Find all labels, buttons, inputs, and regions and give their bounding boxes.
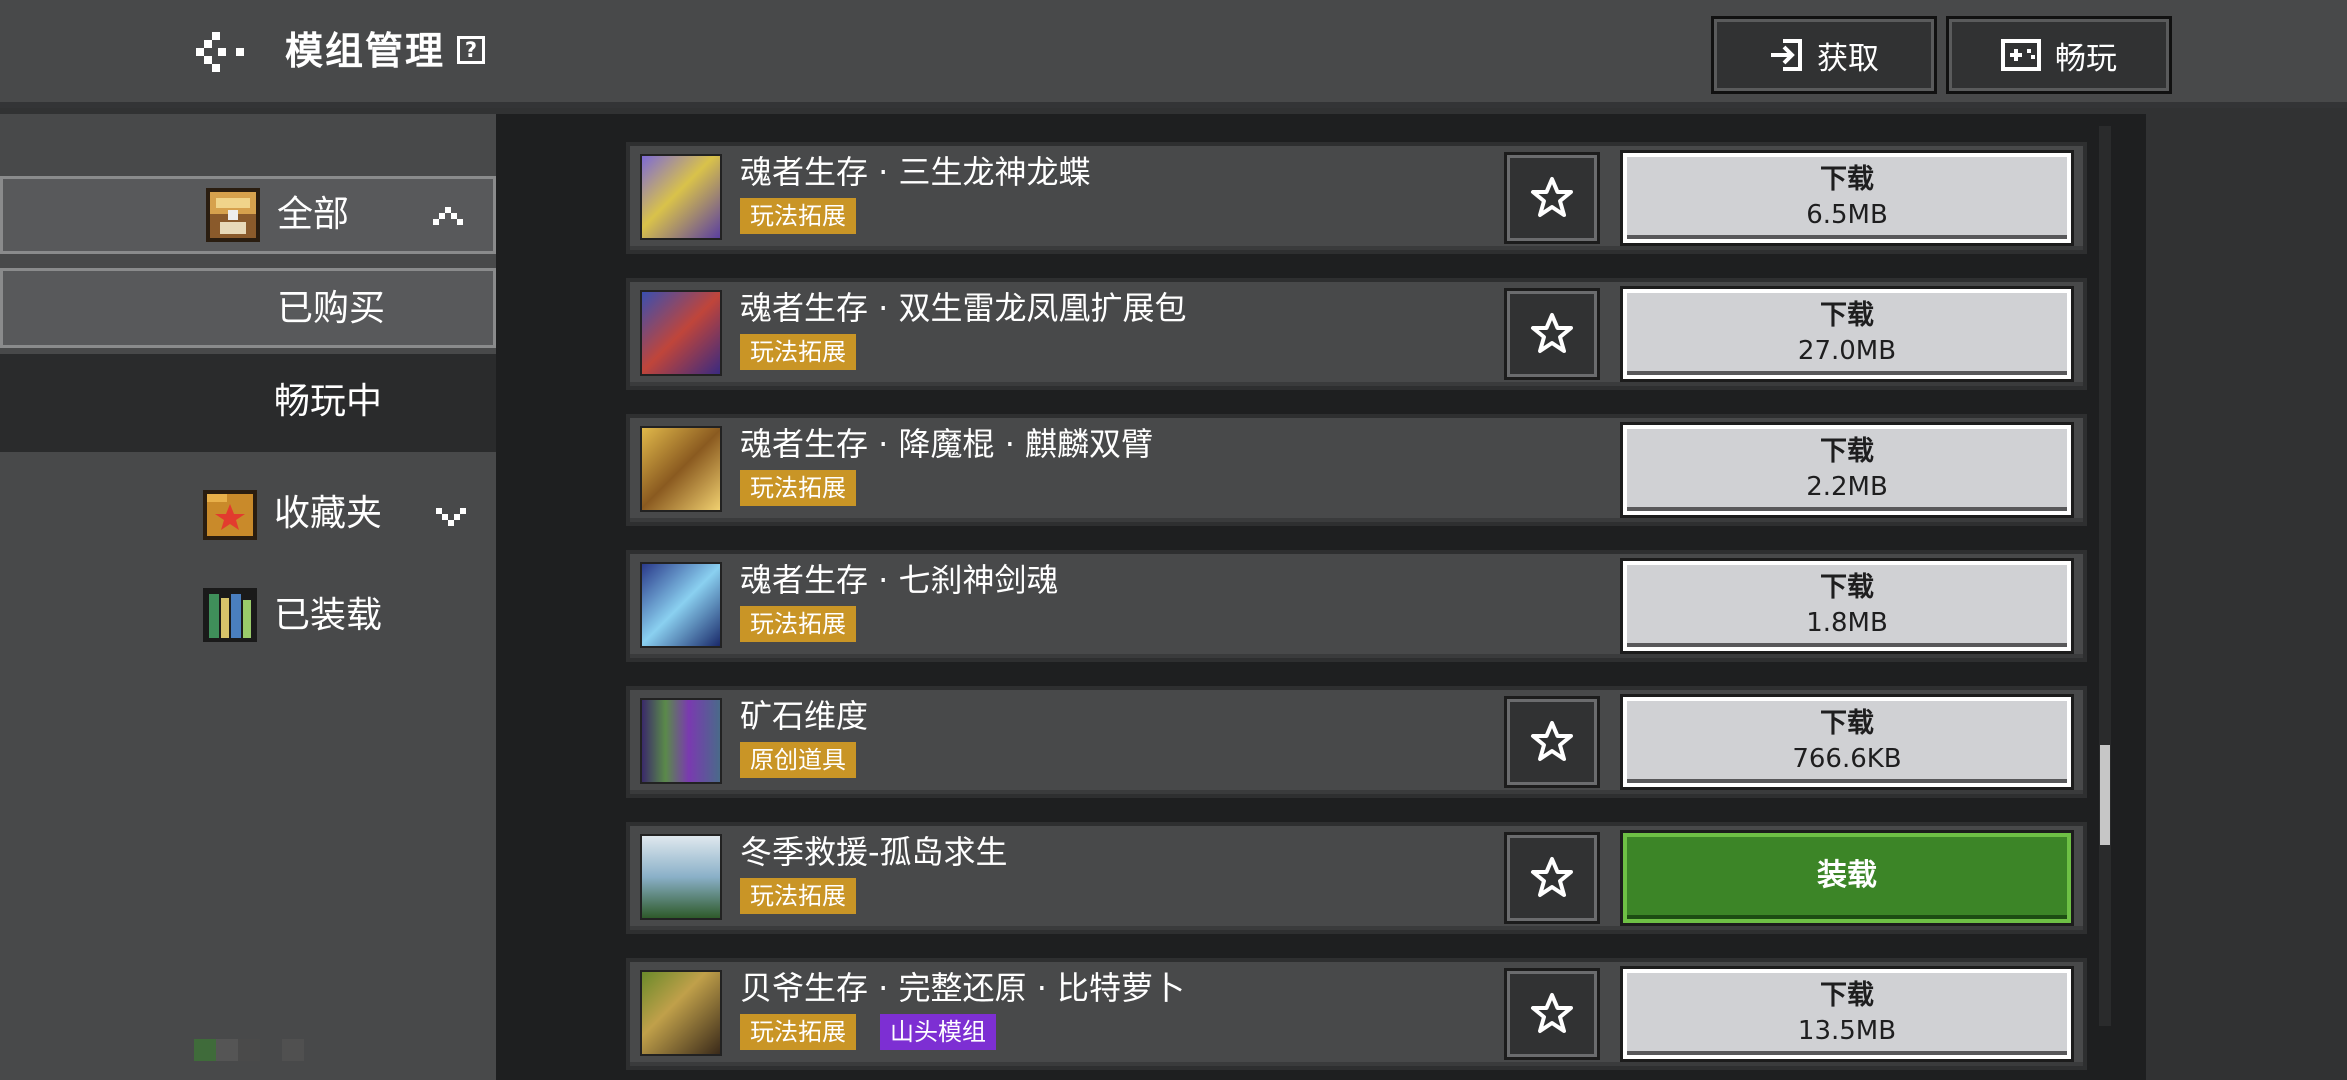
mod-thumbnail — [640, 290, 722, 376]
mod-title: 贝爷生存 · 完整还原 · 比特萝卜 — [740, 969, 1186, 1007]
mod-tag: 玩法拓展 — [740, 334, 856, 370]
scrollbar-thumb[interactable] — [2100, 745, 2110, 845]
mod-card[interactable]: 冬季救援-孤岛求生 玩法拓展 装载 — [626, 822, 2087, 934]
favorite-button[interactable] — [1504, 968, 1600, 1060]
download-size: 13.5MB — [1797, 1016, 1897, 1046]
mod-title: 冬季救援-孤岛求生 — [740, 833, 1008, 871]
chevron-down-icon — [436, 508, 466, 526]
download-button[interactable]: 下载 2.2MB — [1620, 422, 2074, 518]
page-title: 模组管理 — [285, 29, 446, 73]
favorite-button[interactable] — [1504, 696, 1600, 788]
sidebar-item-label: 畅玩中 — [274, 381, 383, 422]
top-bar: 模组管理 ? 获取 畅玩 — [0, 0, 2347, 108]
download-label: 下载 — [1820, 980, 1874, 1011]
gamepad-icon — [2001, 39, 2041, 71]
mod-card[interactable]: 魂者生存 · 三生龙神龙蝶 玩法拓展 下载 6.5MB — [626, 142, 2087, 254]
favorite-button[interactable] — [1504, 288, 1600, 380]
download-label: 下载 — [1820, 708, 1874, 739]
star-icon — [1531, 993, 1573, 1033]
download-label: 下载 — [1820, 436, 1874, 467]
star-folder-icon — [203, 490, 257, 540]
star-icon — [1531, 177, 1573, 217]
sidebar-item-playing[interactable]: 畅玩中 — [0, 354, 496, 452]
mod-title: 矿石维度 — [740, 697, 869, 735]
star-icon — [1531, 313, 1573, 353]
get-button-label: 获取 — [1817, 40, 1879, 77]
download-label: 下载 — [1820, 572, 1874, 603]
help-icon[interactable]: ? — [457, 36, 485, 64]
sidebar-item-loaded[interactable]: 已装载 — [0, 580, 496, 658]
star-icon — [1531, 857, 1573, 897]
mod-thumbnail — [640, 562, 722, 648]
star-icon — [1531, 721, 1573, 761]
mod-thumbnail — [640, 426, 722, 512]
mod-tag: 玩法拓展 — [740, 470, 856, 506]
sidebar-item-label: 已购买 — [277, 288, 386, 329]
download-size: 1.8MB — [1806, 608, 1888, 638]
back-arrow-icon[interactable] — [196, 30, 248, 72]
download-size: 6.5MB — [1806, 200, 1888, 230]
mod-tag: 原创道具 — [740, 742, 856, 778]
load-button[interactable]: 装载 — [1620, 830, 2074, 926]
mod-title: 魂者生存 · 三生龙神龙蝶 — [740, 153, 1091, 191]
mod-thumbnail — [640, 154, 722, 240]
download-button[interactable]: 下载 766.6KB — [1620, 694, 2074, 790]
download-button[interactable]: 下载 27.0MB — [1620, 286, 2074, 382]
play-button-label: 畅玩 — [2055, 40, 2117, 77]
sidebar-item-label: 收藏夹 — [274, 493, 383, 534]
mod-title: 魂者生存 · 降魔棍 · 麒麟双臂 — [740, 425, 1154, 463]
mod-tag: 玩法拓展 — [740, 878, 856, 914]
sidebar-item-label: 已装载 — [274, 595, 383, 636]
bookshelf-icon — [203, 588, 257, 642]
download-button[interactable]: 下载 1.8MB — [1620, 558, 2074, 654]
mod-thumbnail — [640, 698, 722, 784]
load-label: 装载 — [1817, 858, 1877, 893]
mod-title: 魂者生存 · 七刹神剑魂 — [740, 561, 1059, 599]
download-size: 766.6KB — [1792, 744, 1902, 774]
favorite-button[interactable] — [1504, 152, 1600, 244]
download-size: 2.2MB — [1806, 472, 1888, 502]
download-label: 下载 — [1820, 164, 1874, 195]
mod-tag: 玩法拓展 — [740, 606, 856, 642]
play-button[interactable]: 畅玩 — [1946, 16, 2172, 94]
sidebar-item-favorites[interactable]: 收藏夹 — [0, 478, 496, 556]
download-button[interactable]: 下载 6.5MB — [1620, 150, 2074, 246]
favorite-button[interactable] — [1504, 832, 1600, 924]
pixel-decoration — [194, 1039, 304, 1061]
mod-card[interactable]: 贝爷生存 · 完整还原 · 比特萝卜 玩法拓展 山头模组 下载 13.5MB — [626, 958, 2087, 1070]
mod-card[interactable]: 魂者生存 · 降魔棍 · 麒麟双臂 玩法拓展 下载 2.2MB — [626, 414, 2087, 526]
mod-card[interactable]: 魂者生存 · 双生雷龙凤凰扩展包 玩法拓展 下载 27.0MB — [626, 278, 2087, 390]
sidebar-item-purchased[interactable]: 已购买 — [0, 268, 496, 348]
mod-thumbnail — [640, 970, 722, 1056]
sidebar: 全部 已购买 畅玩中 收藏夹 已装载 — [0, 114, 496, 1080]
scrollbar-track[interactable] — [2099, 126, 2111, 1026]
sidebar-item-label: 全部 — [277, 194, 350, 235]
get-button[interactable]: 获取 — [1711, 16, 1937, 94]
sidebar-item-all[interactable]: 全部 — [0, 176, 496, 254]
download-button[interactable]: 下载 13.5MB — [1620, 966, 2074, 1062]
mod-card[interactable]: 魂者生存 · 七刹神剑魂 玩法拓展 下载 1.8MB — [626, 550, 2087, 662]
mod-title: 魂者生存 · 双生雷龙凤凰扩展包 — [740, 289, 1187, 327]
mod-thumbnail — [640, 834, 722, 920]
chest-icon — [206, 188, 260, 242]
mod-card[interactable]: 矿石维度 原创道具 下载 766.6KB — [626, 686, 2087, 798]
chevron-up-icon — [433, 207, 463, 225]
mod-tag: 玩法拓展 — [740, 1014, 856, 1050]
download-size: 27.0MB — [1797, 336, 1897, 366]
download-label: 下载 — [1820, 300, 1874, 331]
mod-tag: 玩法拓展 — [740, 198, 856, 234]
mod-tag: 山头模组 — [880, 1014, 996, 1050]
import-icon — [1771, 39, 1802, 71]
